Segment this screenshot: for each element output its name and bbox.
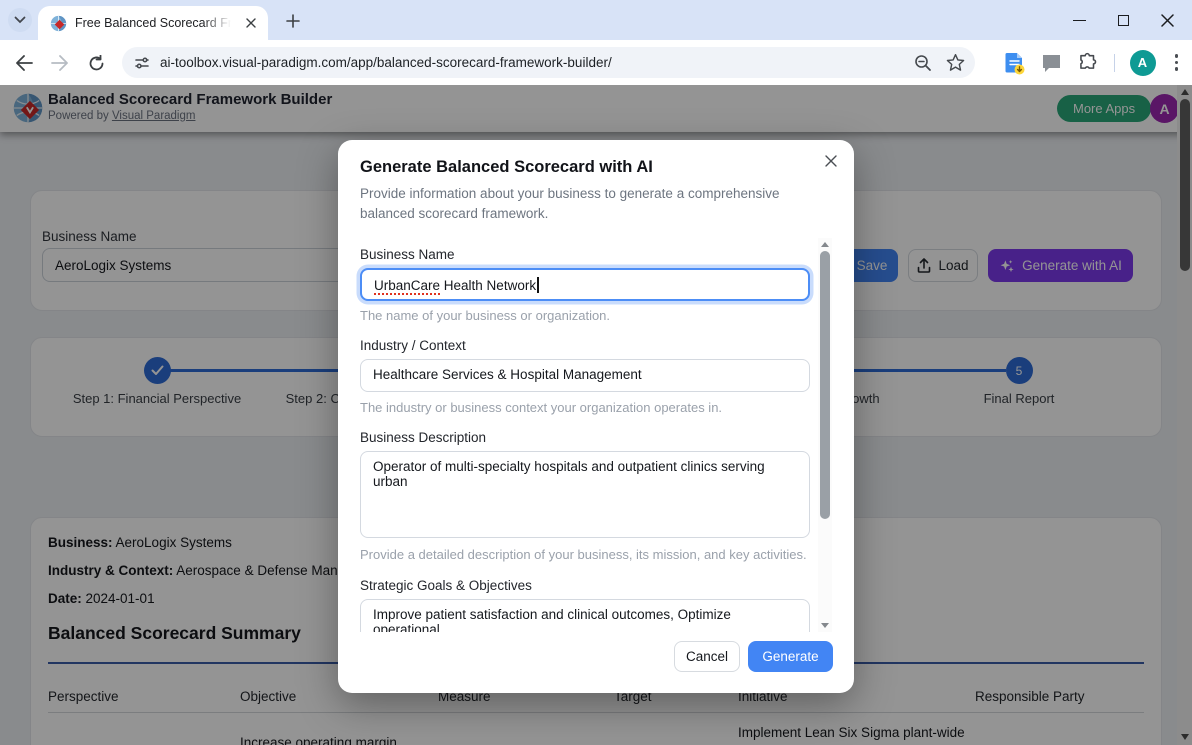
modal-industry-helper: The industry or business context your or… — [360, 400, 723, 415]
bookmark-star-icon[interactable] — [946, 53, 965, 72]
browser-titlebar: Free Balanced Scorecard Framew — [0, 0, 1192, 40]
text-caret — [537, 277, 539, 293]
close-icon — [825, 155, 837, 167]
site-favicon-icon — [50, 15, 67, 31]
chevron-down-icon — [14, 16, 26, 24]
feedback-chat-icon[interactable] — [1041, 53, 1062, 73]
close-icon — [1160, 13, 1174, 27]
back-button[interactable] — [10, 49, 38, 77]
plus-icon — [286, 14, 300, 28]
forward-arrow-icon — [51, 55, 68, 71]
browser-profile-avatar[interactable]: A — [1129, 49, 1156, 76]
toolbar-separator — [1113, 53, 1115, 72]
page-viewport: Balanced Scorecard Framework Builder Pow… — [0, 85, 1192, 745]
modal-scroll-down-icon[interactable] — [818, 619, 832, 632]
generate-button[interactable]: Generate — [748, 641, 833, 672]
window-minimize-button[interactable] — [1064, 8, 1094, 32]
modal-industry-input[interactable]: Healthcare Services & Hospital Managemen… — [360, 359, 810, 392]
modal-business-name-label: Business Name — [360, 247, 455, 262]
cancel-button[interactable]: Cancel — [674, 641, 740, 672]
modal-description-textarea[interactable]: Operator of multi-specialty hospitals an… — [360, 451, 810, 538]
tab-close-icon[interactable] — [242, 14, 260, 32]
tab-search-button[interactable] — [8, 8, 32, 32]
reload-button[interactable] — [82, 49, 110, 77]
modal-industry-label: Industry / Context — [360, 338, 466, 353]
reading-list-icon[interactable] — [1004, 51, 1026, 75]
modal-description-label: Business Description — [360, 430, 487, 445]
modal-description-helper: Provide a detailed description of your b… — [360, 547, 807, 562]
address-bar[interactable]: ai-toolbox.visual-paradigm.com/app/balan… — [122, 47, 975, 78]
maximize-icon — [1117, 14, 1129, 26]
modal-goals-label: Strategic Goals & Objectives — [360, 578, 532, 593]
zoom-out-icon[interactable] — [914, 54, 932, 72]
minimize-icon — [1072, 19, 1086, 21]
browser-toolbar: ai-toolbox.visual-paradigm.com/app/balan… — [0, 40, 1192, 85]
window-close-button[interactable] — [1152, 8, 1182, 32]
modal-scrollbar[interactable] — [818, 238, 832, 632]
modal-goals-textarea[interactable]: Improve patient satisfaction and clinica… — [360, 599, 810, 632]
modal-business-name-input[interactable]: UrbanCare Health Network — [360, 268, 810, 301]
modal-scrollbar-thumb[interactable] — [820, 251, 830, 519]
tab-title: Free Balanced Scorecard Framew — [75, 16, 231, 30]
modal-subtitle: Provide information about your business … — [360, 186, 780, 221]
url-text[interactable]: ai-toolbox.visual-paradigm.com/app/balan… — [160, 55, 906, 70]
window-maximize-button[interactable] — [1108, 8, 1138, 32]
modal-scroll-up-icon[interactable] — [818, 238, 832, 251]
modal-close-button[interactable] — [820, 150, 842, 172]
modal-business-name-helper: The name of your business or organizatio… — [360, 308, 611, 323]
extensions-puzzle-icon[interactable] — [1077, 52, 1099, 74]
modal-scroll-area: Business Name UrbanCare Health Network T… — [338, 238, 816, 632]
browser-window: Free Balanced Scorecard Framew ai-toolbo… — [0, 0, 1192, 745]
forward-button[interactable] — [46, 49, 74, 77]
browser-menu-kebab-icon[interactable] — [1171, 50, 1183, 75]
browser-tab[interactable]: Free Balanced Scorecard Framew — [38, 6, 268, 40]
site-settings-icon[interactable] — [134, 55, 150, 71]
generate-ai-modal: Generate Balanced Scorecard with AI Prov… — [338, 140, 854, 693]
reload-icon — [89, 54, 103, 70]
modal-title: Generate Balanced Scorecard with AI — [360, 158, 653, 176]
back-arrow-icon — [16, 55, 33, 71]
new-tab-button[interactable] — [280, 8, 306, 34]
